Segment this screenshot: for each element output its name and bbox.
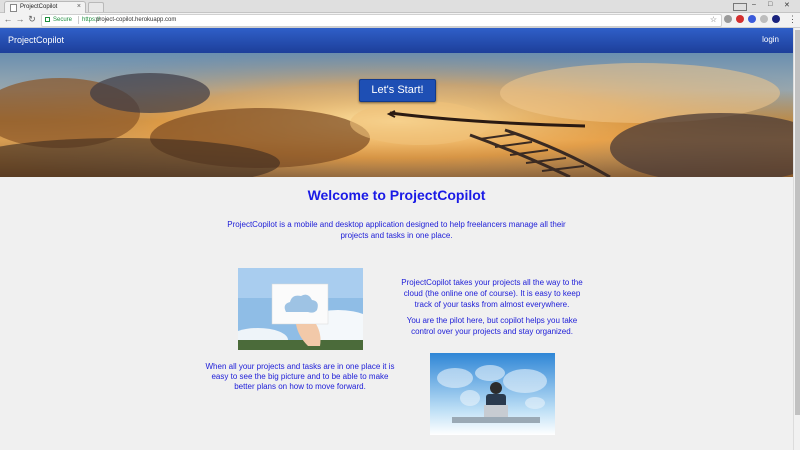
- profile-icon[interactable]: [733, 3, 747, 11]
- cloud-paper-image: [238, 268, 363, 350]
- browser-tabstrip: ProjectCopilot × – □ ✕: [0, 0, 800, 13]
- browser-toolbar: ← → ↻ Secure https:// project-copilot.he…: [0, 13, 800, 28]
- intro-text: ProjectCopilot is a mobile and desktop a…: [227, 220, 566, 240]
- site-navbar: ProjectCopilot login: [0, 28, 793, 53]
- lock-icon: [45, 17, 50, 22]
- login-link[interactable]: login: [762, 35, 779, 44]
- url-host: project-copilot.herokuapp.com: [96, 17, 177, 23]
- reload-icon[interactable]: ↻: [27, 14, 37, 25]
- extension-icon[interactable]: [760, 15, 768, 23]
- tab-title: ProjectCopilot: [20, 4, 58, 10]
- new-tab-button[interactable]: [88, 2, 104, 12]
- cloud-description: ProjectCopilot takes your projects all t…: [401, 278, 583, 309]
- hero-banner: [0, 53, 793, 177]
- scrollbar-thumb[interactable]: [795, 30, 800, 415]
- secure-indicator[interactable]: Secure: [45, 17, 72, 23]
- page-title: Welcome to ProjectCopilot: [307, 187, 486, 203]
- back-icon[interactable]: ←: [3, 14, 13, 24]
- window-close-icon[interactable]: ✕: [784, 1, 790, 9]
- pilot-description: You are the pilot here, but copilot help…: [406, 316, 578, 336]
- maximize-icon[interactable]: □: [768, 1, 772, 8]
- forward-icon[interactable]: →: [15, 14, 25, 24]
- extension-icon[interactable]: [772, 15, 780, 23]
- minimize-icon[interactable]: –: [752, 1, 756, 8]
- opera-extension-icon[interactable]: [736, 15, 744, 23]
- bookmark-star-icon[interactable]: ☆: [710, 15, 717, 24]
- secure-label: Secure: [53, 17, 73, 24]
- page-icon: [10, 4, 17, 12]
- extension-icon[interactable]: [724, 15, 732, 23]
- hero-sky-image: [0, 53, 793, 177]
- browser-menu-icon[interactable]: ⋮: [788, 14, 797, 25]
- divider: [78, 16, 79, 24]
- close-tab-icon[interactable]: ×: [77, 3, 81, 10]
- page-scrollbar[interactable]: [793, 28, 800, 450]
- browser-tab[interactable]: ProjectCopilot ×: [4, 1, 86, 13]
- laptop-world-map-image: [430, 353, 555, 435]
- brand-link[interactable]: ProjectCopilot: [8, 35, 64, 45]
- lets-start-button[interactable]: Let's Start!: [359, 79, 436, 102]
- address-bar[interactable]: Secure https:// project-copilot.herokuap…: [41, 14, 722, 27]
- translate-extension-icon[interactable]: [748, 15, 756, 23]
- big-picture-description: When all your projects and tasks are in …: [205, 362, 395, 391]
